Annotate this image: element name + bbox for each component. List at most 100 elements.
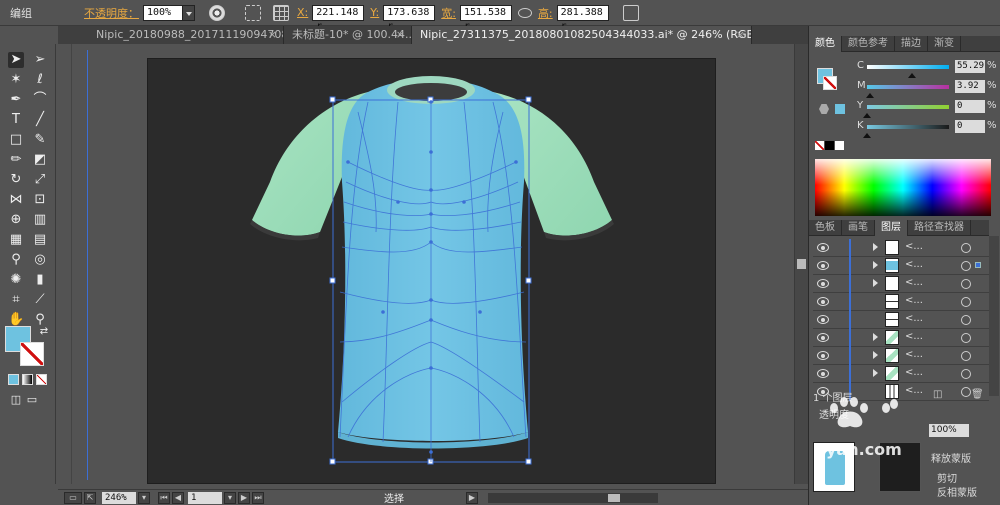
slider-magenta[interactable]: M 3.92 % — [857, 80, 997, 98]
layer-row[interactable]: <... — [813, 293, 989, 311]
target-icon[interactable] — [961, 333, 971, 343]
slider-knob[interactable] — [866, 89, 874, 98]
direct-selection-tool-icon[interactable]: ➢ — [32, 52, 48, 68]
height-label[interactable]: 高: — [538, 5, 553, 21]
rotate-tool-icon[interactable]: ↻ — [8, 172, 24, 188]
draw-mode-icon[interactable]: ◫ — [8, 392, 24, 408]
slice-tool-icon[interactable]: ⟋ — [32, 292, 48, 308]
prev-artboard-icon[interactable]: ◀ — [172, 491, 184, 504]
graph-tool-icon[interactable]: ▮ — [32, 272, 48, 288]
none-color-swatch[interactable] — [815, 141, 824, 150]
slider-value[interactable]: 55.29 — [955, 60, 985, 73]
target-icon[interactable] — [961, 315, 971, 325]
selection-tool-icon[interactable]: ➤ — [8, 52, 24, 68]
slider-value[interactable]: 3.92 — [955, 80, 985, 93]
gradient-tool-icon[interactable]: ▤ — [32, 232, 48, 248]
layer-name[interactable]: <... — [905, 349, 923, 360]
expand-arrow-icon[interactable] — [873, 261, 882, 269]
lasso-icon[interactable]: ℓ — [32, 72, 48, 88]
x-label[interactable]: X: — [297, 6, 308, 19]
layer-name[interactable]: <... — [905, 367, 923, 378]
tab-brushes[interactable]: 画笔 — [842, 220, 875, 236]
slider-knob[interactable] — [863, 129, 871, 138]
magic-wand-icon[interactable]: ✶ — [8, 72, 24, 88]
black-color-swatch[interactable] — [825, 141, 834, 150]
slider-track[interactable] — [867, 125, 949, 129]
swap-colors-icon[interactable]: ⇄ — [36, 324, 52, 340]
color-stroke-swatch[interactable] — [823, 76, 837, 90]
slider-knob[interactable] — [908, 69, 916, 78]
free-transform-icon[interactable]: ⊡ — [32, 192, 48, 208]
visibility-eye-icon[interactable] — [817, 351, 829, 360]
width-label[interactable]: 宽: — [441, 5, 456, 21]
clip-checkbox-label[interactable]: 剪切 — [937, 470, 957, 485]
x-field[interactable]: 221.148 r — [312, 4, 365, 32]
layer-row[interactable]: <... — [813, 257, 989, 275]
eyedropper-icon[interactable]: ⚲ — [8, 252, 24, 268]
tab-pathfinder[interactable]: 路径查找器 — [908, 220, 971, 236]
target-icon[interactable] — [961, 297, 971, 307]
layer-name[interactable]: <... — [905, 313, 923, 324]
slider-knob[interactable] — [863, 109, 871, 118]
target-icon[interactable] — [961, 369, 971, 379]
opacity-field[interactable]: 100% — [143, 4, 183, 21]
tab-color[interactable]: 颜色 — [809, 36, 842, 52]
opacity-label[interactable]: 不透明度： — [84, 5, 139, 21]
tab-gradient[interactable]: 渐变 — [928, 36, 961, 52]
y-field[interactable]: 173.638 r — [383, 4, 436, 32]
delete-layer-icon[interactable]: 🗑 — [971, 389, 984, 400]
constrain-proportions-icon[interactable] — [517, 7, 532, 18]
perspective-grid-icon[interactable]: ▥ — [32, 212, 48, 228]
layer-row[interactable]: <... — [813, 275, 989, 293]
slider-value[interactable]: 0 — [955, 100, 985, 113]
target-icon[interactable] — [961, 261, 971, 271]
mesh-tool-icon[interactable]: ▦ — [8, 232, 24, 248]
color-mode-icon[interactable] — [8, 374, 19, 385]
reference-point-icon[interactable] — [245, 4, 261, 21]
slider-cyan[interactable]: C 55.29 % — [857, 60, 997, 78]
stroke-swatch[interactable] — [20, 342, 44, 366]
visibility-eye-icon[interactable] — [817, 333, 829, 342]
close-icon[interactable]: × — [736, 26, 745, 44]
color-spectrum[interactable] — [815, 159, 991, 216]
zoom-field[interactable]: 246% — [102, 491, 136, 504]
tshirt-artwork[interactable] — [248, 72, 618, 468]
zoom-dropdown-icon[interactable]: ▾ — [138, 491, 150, 504]
slider-yellow[interactable]: Y 0 % — [857, 100, 997, 118]
layers-scrollbar[interactable] — [989, 236, 999, 396]
expand-arrow-icon[interactable] — [873, 333, 882, 341]
width-tool-icon[interactable]: ⋈ — [8, 192, 24, 208]
slider-track[interactable] — [867, 85, 949, 89]
scroll-thumb[interactable] — [797, 259, 806, 269]
selection-indicator[interactable] — [975, 262, 981, 268]
tab-swatches[interactable]: 色板 — [809, 220, 842, 236]
layer-row[interactable]: <... — [813, 239, 989, 257]
height-field[interactable]: 281.388 r — [556, 4, 609, 32]
scroll-thumb[interactable] — [608, 493, 620, 502]
tab-layers[interactable]: 图层 — [875, 220, 908, 236]
curvature-tool-icon[interactable]: ⌒ — [32, 92, 48, 108]
none-mode-icon[interactable] — [36, 374, 47, 385]
layer-row[interactable]: <... — [813, 329, 989, 347]
tab-document-3[interactable]: Nipic_27311375_20180801082504344033.ai* … — [412, 26, 752, 44]
pencil-tool-icon[interactable]: ✏ — [8, 152, 24, 168]
rectangle-tool-icon[interactable]: □ — [8, 132, 24, 148]
scale-tool-icon[interactable]: ⤢ — [32, 172, 48, 188]
blend-tool-icon[interactable]: ◎ — [32, 252, 48, 268]
in-gamut-swatch[interactable] — [835, 104, 845, 114]
shape-builder-icon[interactable]: ⊕ — [8, 212, 24, 228]
close-icon[interactable]: × — [396, 26, 405, 44]
invert-mask-checkbox-label[interactable]: 反相蒙版 — [937, 484, 977, 499]
line-tool-icon[interactable]: ╱ — [32, 112, 48, 128]
gradient-mode-icon[interactable] — [22, 374, 33, 385]
align-icon[interactable] — [273, 4, 289, 21]
paintbrush-tool-icon[interactable]: ✎ — [32, 132, 48, 148]
eraser-tool-icon[interactable]: ◩ — [32, 152, 48, 168]
artboard-number-field[interactable]: 1 — [188, 491, 222, 504]
recolor-icon[interactable] — [209, 4, 225, 21]
layer-name[interactable]: <... — [905, 331, 923, 342]
expand-arrow-icon[interactable] — [873, 369, 882, 377]
next-artboard-icon[interactable]: ▶ — [238, 491, 250, 504]
first-artboard-icon[interactable]: ⏮ — [158, 491, 170, 504]
target-icon[interactable] — [961, 279, 971, 289]
